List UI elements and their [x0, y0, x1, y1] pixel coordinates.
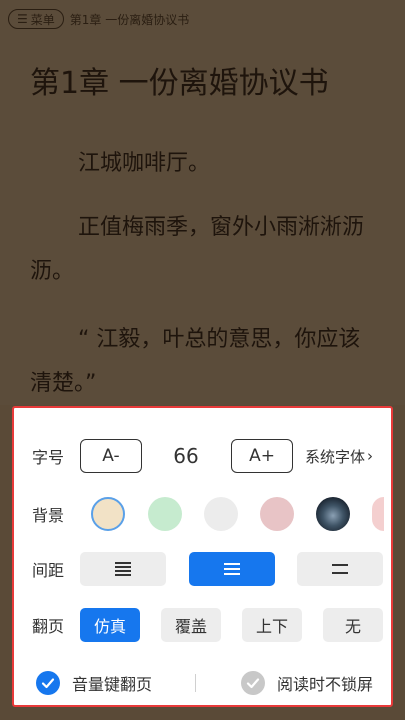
reading-settings-panel: 字号 A- 66 A+ 系统字体 › 背景 间距 翻页 仿真 覆盖 上下 无 音…: [12, 406, 393, 707]
font-decrease-button[interactable]: A-: [80, 439, 142, 473]
toggles-row: 音量键翻页 阅读时不锁屏: [14, 666, 391, 700]
spacing-medium-icon: [224, 563, 240, 575]
volume-key-label: 音量键翻页: [72, 675, 153, 694]
check-icon: [241, 671, 265, 695]
background-swatch-pink[interactable]: [260, 497, 294, 531]
reader-view: ☰ 菜单 第1章 一份离婚协议书 第1章 一份离婚协议书 江城咖啡厅。 正值梅雨…: [0, 0, 405, 405]
font-family-label: 系统字体: [305, 447, 366, 466]
font-increase-button[interactable]: A+: [231, 439, 293, 473]
keep-screen-on-label: 阅读时不锁屏: [277, 675, 374, 694]
line-spacing-row: 间距: [14, 552, 391, 586]
page-turn-row: 翻页 仿真 覆盖 上下 无: [14, 608, 391, 642]
menu-button-label: 菜单: [30, 12, 55, 27]
paragraph: 正值梅雨季，窗外小雨淅淅沥沥。: [30, 215, 365, 284]
chapter-title: 第1章 一份离婚协议书: [30, 66, 329, 101]
page-turn-simulation-button[interactable]: 仿真: [80, 608, 140, 642]
spacing-loose-button[interactable]: [297, 552, 383, 586]
font-size-label: 字号: [32, 448, 65, 467]
page-turn-label: 翻页: [32, 617, 65, 636]
spacing-loose-icon: [332, 564, 348, 574]
menu-button[interactable]: ☰ 菜单: [8, 9, 64, 29]
spacing-label: 间距: [32, 561, 65, 580]
reader-topbar: ☰ 菜单 第1章 一份离婚协议书: [8, 8, 189, 30]
page-turn-scroll-button[interactable]: 上下: [242, 608, 302, 642]
page-turn-none-button[interactable]: 无: [323, 608, 383, 642]
font-size-row: 字号 A- 66 A+ 系统字体 ›: [14, 438, 391, 474]
keep-screen-on-toggle[interactable]: 阅读时不锁屏: [241, 671, 373, 695]
background-label: 背景: [32, 506, 65, 525]
menu-icon: ☰: [17, 12, 28, 26]
divider: [195, 674, 196, 692]
background-swatch-cream[interactable]: [91, 497, 125, 531]
paragraph: “ 江毅，叶总的意思，你应该清楚。”: [30, 327, 361, 396]
spacing-medium-button[interactable]: [189, 552, 275, 586]
background-row: 背景: [14, 494, 391, 534]
paragraph: 江城咖啡厅。: [78, 151, 211, 176]
volume-key-page-turn-toggle[interactable]: 音量键翻页: [36, 671, 152, 695]
chevron-right-icon: ›: [367, 447, 374, 465]
check-icon: [36, 671, 60, 695]
chapter-breadcrumb: 第1章 一份离婚协议书: [69, 12, 190, 27]
background-swatch-gray[interactable]: [204, 497, 238, 531]
spacing-compact-button[interactable]: [80, 552, 166, 586]
font-size-value: 66: [173, 444, 199, 468]
spacing-compact-icon: [115, 562, 131, 576]
font-family-selector[interactable]: 系统字体 ›: [305, 446, 373, 467]
background-swatch-night[interactable]: [316, 497, 350, 531]
background-swatch-rose[interactable]: [372, 497, 384, 531]
page-turn-cover-button[interactable]: 覆盖: [161, 608, 221, 642]
background-swatch-green[interactable]: [148, 497, 182, 531]
